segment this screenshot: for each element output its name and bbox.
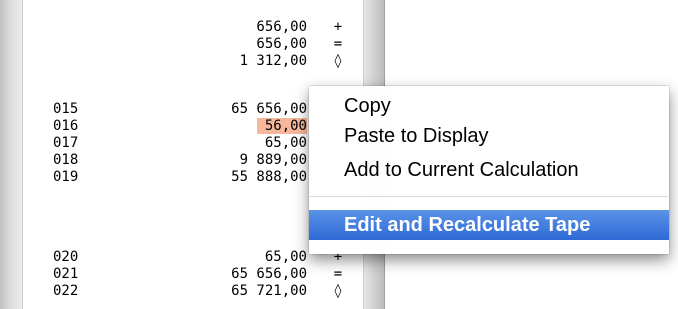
line-number: 020 (53, 249, 79, 265)
line-number: 016 (53, 118, 79, 134)
line-amount: 65,00 (264, 249, 307, 265)
line-operator: = (333, 36, 343, 52)
tape-line[interactable]: 656,00 = (23, 36, 363, 52)
line-amount: 65 721,00 (231, 283, 307, 299)
line-number: 017 (53, 135, 79, 151)
line-number: 018 (53, 152, 79, 168)
line-operator: = (333, 266, 343, 282)
tape-line[interactable]: 022 65 721,00 ◊ (23, 283, 363, 299)
tape-left-edge (0, 0, 23, 309)
line-amount: 55 888,00 (231, 169, 307, 185)
line-amount: 65 656,00 (231, 266, 307, 282)
line-number: 015 (53, 101, 79, 117)
line-amount: 65,00 (264, 135, 307, 151)
line-operator: ◊ (333, 283, 343, 299)
menu-item-label: Edit and Recalculate Tape (344, 214, 591, 236)
line-amount: 9 889,00 (239, 152, 307, 168)
line-number: 019 (53, 169, 79, 185)
line-amount: 656,00 (256, 19, 307, 35)
line-operator: ◊ (333, 53, 343, 69)
line-amount-highlighted: 56,00 (256, 118, 307, 134)
line-amount: 1 312,00 (239, 53, 307, 69)
line-number: 022 (53, 283, 79, 299)
menu-item-label: Copy (344, 95, 391, 117)
menu-item-label: Paste to Display (344, 125, 489, 147)
line-amount: 65 656,00 (231, 101, 307, 117)
menu-item-add-to-current-calculation[interactable]: Add to Current Calculation (309, 156, 669, 184)
menu-item-copy[interactable]: Copy (309, 92, 669, 120)
line-amount: 656,00 (256, 36, 307, 52)
context-menu: Copy Paste to Display Add to Current Cal… (309, 86, 669, 254)
tape-line[interactable]: 021 65 656,00 = (23, 266, 363, 282)
line-operator: + (333, 19, 343, 35)
menu-item-paste-to-display[interactable]: Paste to Display (309, 122, 669, 150)
tape-line[interactable]: 656,00 + (23, 19, 363, 35)
menu-item-label: Add to Current Calculation (344, 159, 579, 181)
line-number: 021 (53, 266, 79, 282)
menu-separator (310, 196, 668, 197)
menu-item-edit-and-recalculate-tape[interactable]: Edit and Recalculate Tape (309, 210, 669, 240)
tape-line[interactable]: 1 312,00 ◊ (23, 53, 363, 69)
